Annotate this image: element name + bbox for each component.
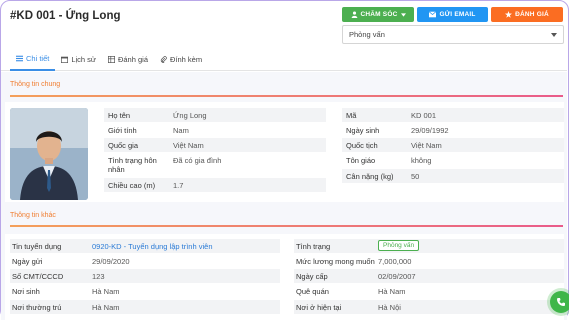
general-row: Tôn giáo không bbox=[342, 153, 564, 167]
other-row: Ngày cấp 02/09/2007 bbox=[294, 269, 564, 283]
status-badge: Phỏng vấn bbox=[378, 240, 420, 251]
general-row: Chiều cao (m) 1.7 bbox=[104, 178, 326, 192]
field-label: Quốc tịch bbox=[346, 140, 378, 150]
other-row: Nơi sinh Hà Nam bbox=[10, 284, 280, 298]
field-value: 123 bbox=[92, 271, 105, 281]
general-row: Quốc gia Việt Nam bbox=[104, 138, 326, 152]
field-label: Số CMT/CCCD bbox=[12, 271, 64, 281]
field-value: Hà Nam bbox=[92, 302, 120, 312]
care-button-label: CHĂM SÓC bbox=[360, 11, 398, 18]
other-section-divider bbox=[10, 225, 563, 227]
other-row: Nơi thường trú Hà Nam bbox=[10, 300, 280, 314]
field-label: Tình trạng bbox=[296, 241, 331, 251]
job-posting-link[interactable]: 0920-KD - Tuyển dụng lập trình viên bbox=[92, 242, 213, 251]
field-value: Việt Nam bbox=[173, 140, 204, 150]
field-value: Nam bbox=[173, 125, 189, 135]
tab-label: Đính kèm bbox=[170, 54, 203, 64]
field-label: Ngày sinh bbox=[346, 125, 380, 135]
tab-label: Đánh giá bbox=[117, 54, 148, 64]
field-value: Hà Nội bbox=[378, 302, 401, 312]
field-label: Tin tuyển dụng bbox=[12, 241, 62, 251]
field-value: 7,000,000 bbox=[378, 256, 412, 266]
send-email-button[interactable]: GỬI EMAIL bbox=[417, 7, 488, 22]
field-label: Tình trạng hôn nhân bbox=[108, 156, 157, 174]
field-label: Quê quán bbox=[296, 286, 329, 296]
other-row: Quê quán Hà Nam bbox=[294, 284, 564, 298]
other-row: Tin tuyển dụng 0920-KD - Tuyển dụng lập … bbox=[10, 239, 280, 253]
general-section-divider bbox=[10, 95, 563, 97]
field-value: Ứng Long bbox=[173, 110, 207, 120]
tab-attachments[interactable]: Đính kèm bbox=[154, 47, 208, 71]
chevron-down-icon bbox=[551, 32, 557, 37]
field-value: Đã có gia đình bbox=[173, 156, 222, 165]
field-value: Việt Nam bbox=[411, 140, 442, 150]
tab-label: Lịch sử bbox=[71, 54, 96, 64]
general-row: Tình trạng hôn nhân Đã có gia đình bbox=[104, 153, 326, 177]
evaluate-label: ĐÁNH GIÁ bbox=[515, 11, 549, 18]
other-row: Số CMT/CCCD 123 bbox=[10, 269, 280, 283]
field-label: Cân nặng (kg) bbox=[346, 171, 394, 181]
general-row: Ngày sinh 29/09/1992 bbox=[342, 123, 564, 137]
caret-down-icon bbox=[400, 12, 406, 17]
stage-select-value: Phỏng vấn bbox=[349, 30, 385, 39]
tab-evaluation[interactable]: Đánh giá bbox=[102, 47, 154, 71]
field-label: Ngày cấp bbox=[296, 271, 328, 281]
field-value: 29/09/2020 bbox=[92, 256, 130, 266]
other-row: Mức lương mong muốn 7,000,000 bbox=[294, 254, 564, 268]
other-section-title: Thông tin khác bbox=[10, 212, 56, 219]
other-row: Nơi ở hiện tại Hà Nội bbox=[294, 300, 564, 314]
field-value: 02/09/2007 bbox=[378, 271, 416, 281]
field-value: Hà Nam bbox=[92, 286, 120, 296]
field-value: Hà Nam bbox=[378, 286, 406, 296]
field-label: Mã bbox=[346, 110, 357, 120]
phone-icon bbox=[557, 298, 565, 306]
field-label: Chiều cao (m) bbox=[108, 180, 156, 190]
evaluate-button[interactable]: ĐÁNH GIÁ bbox=[491, 7, 563, 22]
general-section-title: Thông tin chung bbox=[10, 81, 61, 88]
field-label: Tôn giáo bbox=[346, 155, 376, 165]
field-value: KD 001 bbox=[411, 110, 437, 120]
general-row: Giới tính Nam bbox=[104, 123, 326, 137]
call-button[interactable] bbox=[550, 291, 569, 313]
calendar-icon bbox=[61, 56, 69, 63]
field-label: Quốc gia bbox=[108, 140, 139, 150]
field-label: Họ tên bbox=[108, 110, 131, 120]
tab-details[interactable]: Chi tiết bbox=[10, 47, 56, 71]
envelope-icon bbox=[429, 11, 437, 18]
tab-history[interactable]: Lịch sử bbox=[55, 47, 102, 71]
candidate-avatar bbox=[10, 108, 88, 200]
field-label: Nơi thường trú bbox=[12, 302, 62, 312]
field-label: Giới tính bbox=[108, 125, 137, 135]
other-row: Ngày gửi 29/09/2020 bbox=[10, 254, 280, 268]
field-label: Nơi sinh bbox=[12, 286, 40, 296]
field-value: không bbox=[411, 155, 432, 165]
field-label: Mức lương mong muốn bbox=[296, 256, 375, 266]
care-button[interactable]: CHĂM SÓC bbox=[342, 7, 414, 22]
send-email-label: GỬI EMAIL bbox=[439, 11, 476, 18]
user-icon bbox=[351, 11, 357, 18]
list-icon bbox=[16, 55, 23, 61]
field-value: 50 bbox=[411, 171, 420, 181]
field-value: 29/09/1992 bbox=[411, 125, 449, 135]
field-value: 1.7 bbox=[173, 180, 184, 190]
star-icon bbox=[505, 11, 513, 18]
general-row: Quốc tịch Việt Nam bbox=[342, 138, 564, 152]
stage-select[interactable]: Phỏng vấn bbox=[342, 25, 564, 44]
table-icon bbox=[107, 55, 115, 63]
general-row: Mã KD 001 bbox=[342, 108, 564, 122]
general-row: Cân nặng (kg) 50 bbox=[342, 169, 564, 183]
general-row: Họ tên Ứng Long bbox=[104, 108, 326, 122]
field-label: Nơi ở hiện tại bbox=[296, 302, 342, 312]
paperclip-icon bbox=[160, 55, 167, 63]
tab-label: Chi tiết bbox=[26, 53, 50, 63]
page-title: #KD 001 - Ứng Long bbox=[10, 10, 121, 22]
field-label: Ngày gửi bbox=[12, 256, 43, 266]
tab-bar: Chi tiết Lịch sử Đánh giá Đính kèm bbox=[1, 47, 567, 71]
other-row: Tình trạng Phỏng vấn bbox=[294, 239, 564, 253]
